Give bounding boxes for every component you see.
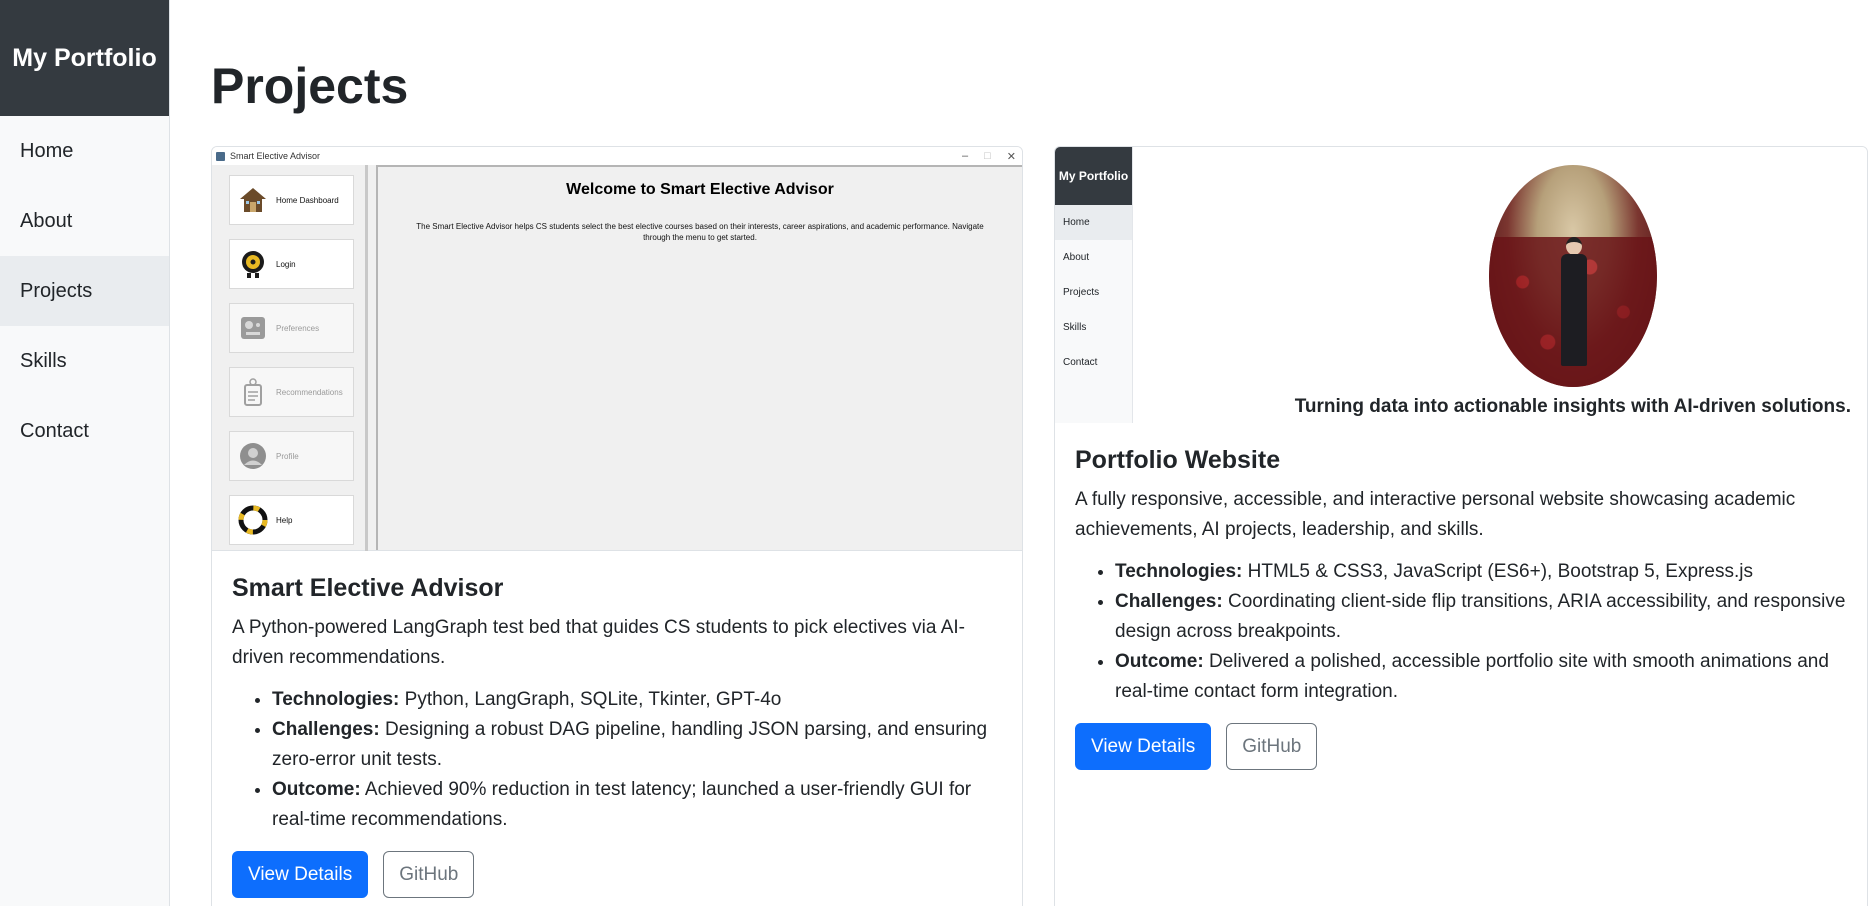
list-item: Challenges: Coordinating client-side fli… [1115, 587, 1847, 647]
github-button[interactable]: GitHub [1226, 723, 1318, 770]
lifebuoy-icon [238, 505, 268, 535]
sidebar-item-skills[interactable]: Skills [0, 326, 169, 396]
brand-logo[interactable]: My Portfolio [0, 0, 169, 116]
app-menu-item-label: Profile [276, 451, 299, 461]
app-menu-item-label: Login [276, 259, 296, 269]
mini-nav-item: Home [1055, 205, 1132, 240]
detail-text: Coordinating client-side flip transition… [1115, 591, 1846, 642]
mini-nav-item: Projects [1063, 287, 1100, 298]
project-details: Technologies: HTML5 & CSS3, JavaScript (… [1075, 557, 1847, 707]
person-figure [1561, 237, 1587, 367]
github-button[interactable]: GitHub [383, 851, 475, 898]
app-menu-item-label: Recommendations [276, 387, 343, 397]
app-pane-divider [365, 165, 368, 551]
detail-label: Outcome: [1115, 651, 1204, 672]
house-icon [238, 185, 268, 215]
app-menu-item: Profile [229, 431, 354, 481]
list-item: Technologies: Python, LangGraph, SQLite,… [272, 685, 1002, 715]
app-heading: Welcome to Smart Elective Advisor [566, 181, 834, 198]
sidebar-item-projects[interactable]: Projects [0, 256, 169, 326]
page-title: Projects [211, 58, 409, 114]
card-actions: View Details GitHub [1075, 723, 1847, 770]
app-description: The Smart Elective Advisor helps CS stud… [416, 222, 984, 242]
person-head [1566, 237, 1582, 255]
detail-label: Outcome: [272, 779, 361, 800]
project-card-portfolio-website: My Portfolio Home About Projects Skills … [1054, 146, 1868, 906]
mini-nav-item: Skills [1063, 322, 1087, 333]
card-body: Smart Elective Advisor A Python-powered … [212, 551, 1022, 898]
app-menu: Home Dashboard Login Preferences Recomme… [229, 175, 354, 559]
app-menu-item: Help [229, 495, 354, 545]
detail-label: Challenges: [1115, 591, 1223, 612]
mini-sidebar: My Portfolio Home About Projects Skills … [1055, 147, 1133, 423]
close-icon: ✕ [1006, 150, 1016, 163]
list-item: Outcome: Achieved 90% reduction in test … [272, 775, 1002, 835]
project-description: A Python-powered LangGraph test bed that… [232, 617, 965, 668]
list-item: Challenges: Designing a robust DAG pipel… [272, 715, 1002, 775]
detail-text: Designing a robust DAG pipeline, handlin… [272, 719, 988, 770]
app-menu-item: Preferences [229, 303, 354, 353]
project-screenshot: My Portfolio Home About Projects Skills … [1055, 147, 1867, 423]
app-menu-item: Login [229, 239, 354, 289]
list-item: Outcome: Delivered a polished, accessibl… [1115, 647, 1847, 707]
sidebar: My Portfolio Home About Projects Skills … [0, 0, 170, 906]
sidebar-item-about[interactable]: About [0, 186, 169, 256]
clipboard-icon [238, 377, 268, 407]
settings-icon [238, 313, 268, 343]
app-menu-item-label: Help [276, 515, 293, 525]
app-menu-item: Home Dashboard [229, 175, 354, 225]
app-main-pane: Welcome to Smart Elective Advisor The Sm… [376, 165, 1022, 550]
detail-text: Delivered a polished, accessible portfol… [1115, 651, 1829, 702]
detail-label: Technologies: [1115, 561, 1243, 582]
project-card-smart-elective-advisor: Smart Elective Advisor – □ ✕ Home Dashbo… [211, 146, 1023, 906]
view-details-button[interactable]: View Details [232, 851, 369, 898]
project-screenshot: Smart Elective Advisor – □ ✕ Home Dashbo… [212, 147, 1022, 551]
user-icon [238, 441, 268, 471]
window-controls: – □ ✕ [962, 147, 1016, 165]
view-details-button[interactable]: View Details [1075, 723, 1212, 770]
app-menu-item: Recommendations [229, 367, 354, 417]
hero-tagline: Turning data into actionable insights wi… [1294, 396, 1851, 417]
app-menu-item-label: Home Dashboard [276, 195, 339, 205]
card-body: Portfolio Website A fully responsive, ac… [1055, 423, 1867, 770]
sidebar-item-home[interactable]: Home [0, 116, 169, 186]
mini-nav-item: About [1063, 252, 1090, 263]
project-title: Portfolio Website [1075, 446, 1281, 474]
profile-photo [1489, 165, 1657, 387]
app-window-title: Smart Elective Advisor [230, 151, 321, 161]
card-actions: View Details GitHub [232, 851, 1002, 898]
project-details: Technologies: Python, LangGraph, SQLite,… [232, 685, 1002, 835]
mini-brand: My Portfolio [1055, 147, 1132, 205]
project-title: Smart Elective Advisor [232, 574, 504, 602]
person-suit [1561, 254, 1587, 366]
minimize-icon: – [962, 150, 969, 162]
detail-text: HTML5 & CSS3, JavaScript (ES6+), Bootstr… [1247, 561, 1753, 582]
detail-label: Technologies: [272, 689, 400, 710]
list-item: Technologies: HTML5 & CSS3, JavaScript (… [1115, 557, 1847, 587]
sidebar-item-contact[interactable]: Contact [0, 396, 169, 466]
maximize-icon: □ [984, 150, 991, 162]
detail-text: Python, LangGraph, SQLite, Tkinter, GPT-… [404, 689, 782, 710]
app-window-icon [216, 151, 225, 161]
mini-nav-item: Contact [1063, 357, 1098, 368]
detail-label: Challenges: [272, 719, 380, 740]
app-window-titlebar: Smart Elective Advisor – □ ✕ [212, 147, 1022, 165]
project-description: A fully responsive, accessible, and inte… [1075, 489, 1796, 540]
detail-text: Achieved 90% reduction in test latency; … [272, 779, 972, 830]
app-menu-item-label: Preferences [276, 323, 320, 333]
lock-icon [238, 249, 268, 279]
